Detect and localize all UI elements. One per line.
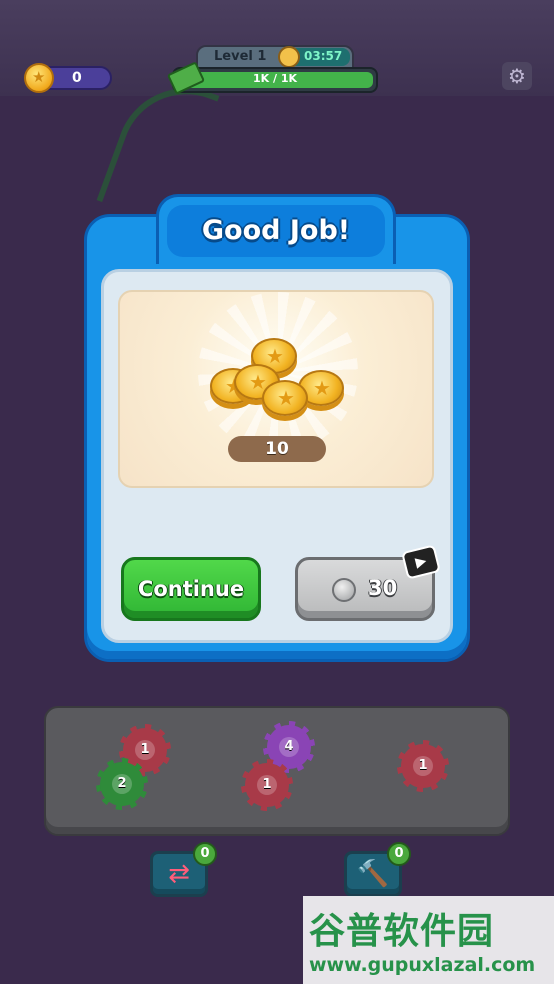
gear-number: 1 [135,740,155,760]
coin-counter: 0 [24,63,112,93]
swap-arrows-icon: ⇄ [168,859,190,889]
progress-bar: 1K / 1K [166,61,378,95]
continue-label: Continue [137,577,245,601]
reward-amount: 10 [228,436,326,462]
watermark-url: www.gupuxlazal.com [309,954,536,976]
silver-coin-icon [332,578,356,602]
hammer-icon: 🔨 [356,859,390,889]
swap-count-badge: 0 [193,842,217,866]
modal-title-tab: Good Job! [156,194,396,264]
site-watermark: 谷普软件园 www.gupuxlazal.com [303,896,554,984]
level-label: Level 1 [214,49,267,64]
gear-piece[interactable]: 1 [397,740,449,792]
settings-button[interactable]: ⚙ [502,62,532,90]
hammer-count-badge: 0 [387,842,411,866]
swap-booster-button[interactable]: ⇄ 0 [150,842,217,897]
watermark-title: 谷普软件园 [309,911,495,952]
timer-value: 03:57 [304,49,343,63]
watch-ad-button[interactable]: 30 ▶ [295,544,441,621]
coin-icon [24,63,54,93]
gear-piece[interactable]: 1 [241,759,293,811]
hammer-booster-button[interactable]: 🔨 0 [344,842,411,897]
modal-title: Good Job! [201,215,351,246]
gear-number: 4 [279,737,299,757]
gold-coin-icon [262,380,308,416]
gear-number: 2 [112,774,132,794]
timer: 03:57 [278,46,350,68]
title-banner: Good Job! [167,205,385,257]
ad-cost: 30 [368,576,398,600]
continue-button[interactable]: Continue [121,557,261,621]
progress-text: 1K / 1K [252,72,298,85]
clock-icon [278,46,300,68]
coin-count: 0 [72,70,82,86]
gear-icon: ⚙ [508,64,526,88]
gear-piece[interactable]: 2 [96,758,148,810]
level-panel: Level 1 03:57 [196,45,354,69]
gear-number: 1 [257,775,277,795]
gear-number: 1 [413,756,433,776]
